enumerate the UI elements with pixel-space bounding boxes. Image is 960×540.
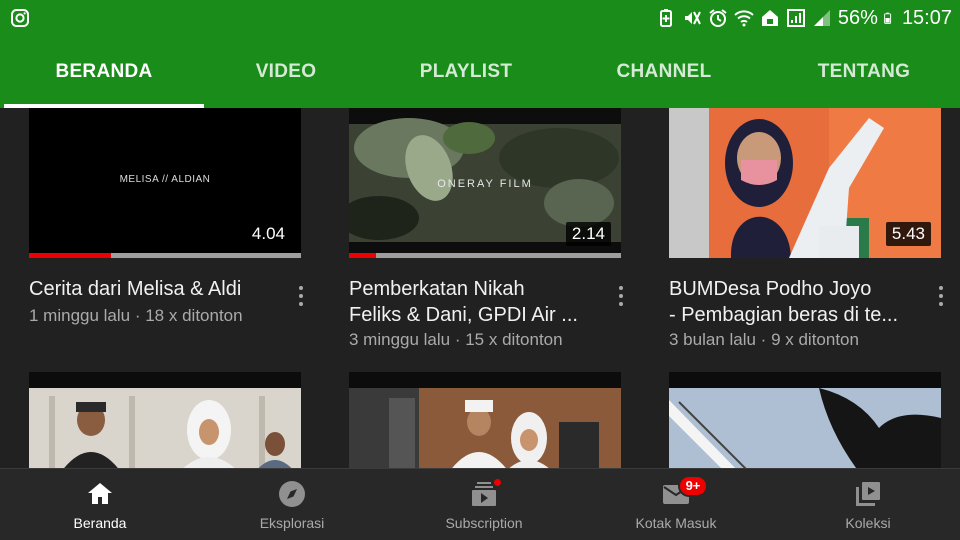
watch-progress-fill: [349, 253, 377, 258]
wifi-icon: [734, 10, 754, 27]
more-options-button[interactable]: [937, 286, 945, 310]
video-title[interactable]: Cerita dari Melisa & Aldi: [29, 276, 269, 302]
video-title[interactable]: Pemberkatan Nikah Feliks & Dani, GPDI Ai…: [349, 276, 589, 328]
video-card[interactable]: [349, 372, 621, 468]
status-bar: 56% 15:07: [0, 0, 960, 36]
video-card[interactable]: 5.43 BUMDesa Podho Joyo - Pembagian bera…: [669, 108, 943, 358]
video-thumbnail[interactable]: MELISA // ALDIAN 4.04: [29, 108, 301, 258]
thumbnail-caption: ONERAY FILM: [437, 178, 533, 190]
nav-eksplorasi[interactable]: Eksplorasi: [196, 469, 388, 540]
video-card[interactable]: [669, 372, 941, 468]
video-duration: 4.04: [251, 224, 285, 243]
video-duration: 5.43: [885, 222, 931, 246]
nav-koleksi[interactable]: Koleksi: [772, 469, 960, 540]
battery-percent: 56%: [837, 6, 878, 29]
tab-tentang[interactable]: TENTANG: [764, 36, 960, 108]
thumbnail-caption: MELISA // ALDIAN: [119, 174, 211, 185]
nav-label: Subscription: [445, 515, 523, 531]
mute-icon: [684, 11, 701, 25]
video-thumbnail[interactable]: [29, 372, 301, 468]
home-icon: [88, 483, 112, 504]
video-feed[interactable]: MELISA // ALDIAN 4.04 Cerita dari Melisa…: [0, 108, 960, 468]
watch-progress-bar: [349, 253, 621, 258]
nav-beranda[interactable]: Beranda: [4, 469, 196, 540]
tab-playlist[interactable]: PLAYLIST: [366, 36, 566, 108]
video-card[interactable]: MELISA // ALDIAN 4.04 Cerita dari Melisa…: [29, 108, 303, 358]
video-title[interactable]: BUMDesa Podho Joyo - Pembagian beras di …: [669, 276, 909, 328]
battery-icon: [884, 12, 892, 24]
instagram-icon: [11, 9, 29, 27]
tab-video[interactable]: VIDEO: [186, 36, 386, 108]
video-meta: 3 minggu lalu · 15 x ditonton: [349, 330, 563, 349]
nav-kotak-masuk[interactable]: 9+ Kotak Masuk: [580, 469, 772, 540]
nav-label: Beranda: [73, 515, 127, 531]
video-thumbnail[interactable]: [349, 372, 621, 468]
compass-icon: [279, 481, 305, 507]
signal-icon: [786, 9, 805, 27]
nav-subscription[interactable]: Subscription: [388, 469, 580, 540]
video-thumbnail[interactable]: [669, 372, 941, 468]
clock: 15:07: [901, 6, 952, 29]
data-saver-icon: [761, 10, 778, 26]
battery-saver-icon: [659, 9, 672, 27]
notification-badge: 9+: [678, 475, 708, 497]
more-options-button[interactable]: [617, 286, 625, 310]
video-meta: 3 bulan lalu · 9 x ditonton: [669, 330, 859, 349]
channel-tab-bar: BERANDA VIDEO PLAYLIST CHANNEL TENTANG: [0, 36, 960, 108]
video-thumbnail[interactable]: 5.43: [669, 108, 941, 258]
signal-strength-icon: [813, 10, 830, 26]
video-meta: 1 minggu lalu · 18 x ditonton: [29, 306, 243, 325]
video-card[interactable]: [29, 372, 301, 468]
tab-channel[interactable]: CHANNEL: [564, 36, 764, 108]
tab-beranda[interactable]: BERANDA: [4, 36, 204, 108]
video-thumbnail[interactable]: ONERAY FILM 2.14: [349, 108, 621, 258]
nav-label: Koleksi: [845, 515, 891, 531]
new-content-dot: [492, 477, 503, 488]
more-options-button[interactable]: [297, 286, 305, 310]
video-duration: 2.14: [565, 222, 611, 246]
watch-progress-fill: [29, 253, 111, 258]
nav-label: Eksplorasi: [259, 515, 325, 531]
library-icon: [856, 482, 880, 506]
alarm-icon: [709, 9, 727, 27]
video-card[interactable]: ONERAY FILM 2.14 Pemberkatan Nikah Felik…: [349, 108, 623, 358]
bottom-navigation: Beranda Eksplorasi Subscription 9+ Kotak…: [0, 468, 960, 540]
nav-label: Kotak Masuk: [635, 515, 717, 531]
watch-progress-bar: [29, 253, 301, 258]
